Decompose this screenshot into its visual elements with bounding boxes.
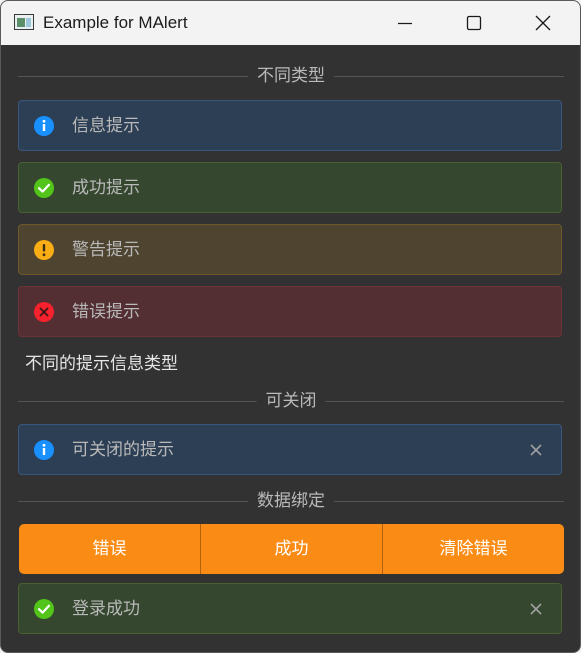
alert-success-text: 成功提示 — [72, 178, 140, 198]
title-bar[interactable]: Example for MAlert — [1, 1, 580, 45]
alert-info: 信息提示 — [18, 100, 562, 151]
app-window: Example for MAlert 不同类型 信息提示 成功提示 警告提示 错… — [0, 0, 581, 653]
alert-login-text: 登录成功 — [72, 599, 140, 619]
alert-login-result: 登录成功 — [18, 583, 562, 634]
types-caption: 不同的提示信息类型 — [25, 354, 178, 374]
close-icon[interactable] — [529, 602, 543, 616]
minimize-icon — [398, 22, 412, 25]
alert-error: 错误提示 — [18, 286, 562, 337]
app-icon — [14, 14, 34, 30]
alert-error-text: 错误提示 — [72, 302, 140, 322]
alert-info-text: 信息提示 — [72, 116, 140, 136]
close-icon — [535, 15, 551, 31]
close-window-button[interactable] — [520, 1, 566, 45]
main-content: 不同类型 信息提示 成功提示 警告提示 错误提示 不同的提示信息类型 可关闭 可… — [1, 45, 580, 652]
minimize-button[interactable] — [382, 1, 428, 45]
check-circle-icon — [34, 178, 54, 198]
section-title-types: 不同类型 — [248, 65, 334, 87]
clear-error-button[interactable]: 清除错误 — [383, 524, 564, 574]
maximize-button[interactable] — [451, 1, 497, 45]
error-button[interactable]: 错误 — [19, 524, 201, 574]
info-icon — [34, 116, 54, 136]
section-divider-closable: 可关闭 — [18, 390, 564, 412]
check-circle-icon — [34, 599, 54, 619]
alert-closable-text: 可关闭的提示 — [72, 440, 174, 460]
section-divider-types: 不同类型 — [18, 65, 564, 87]
error-icon — [34, 302, 54, 322]
window-title: Example for MAlert — [43, 13, 188, 32]
success-button[interactable]: 成功 — [201, 524, 383, 574]
alert-warning: 警告提示 — [18, 224, 562, 275]
alert-warning-text: 警告提示 — [72, 240, 140, 260]
binding-button-group: 错误 成功 清除错误 — [19, 524, 564, 574]
section-title-binding: 数据绑定 — [248, 490, 334, 512]
close-icon[interactable] — [529, 443, 543, 457]
alert-closable: 可关闭的提示 — [18, 424, 562, 475]
maximize-icon — [466, 15, 482, 31]
warning-icon — [34, 240, 54, 260]
section-divider-binding: 数据绑定 — [18, 490, 564, 512]
section-title-closable: 可关闭 — [256, 390, 326, 412]
info-icon — [34, 440, 54, 460]
alert-success: 成功提示 — [18, 162, 562, 213]
